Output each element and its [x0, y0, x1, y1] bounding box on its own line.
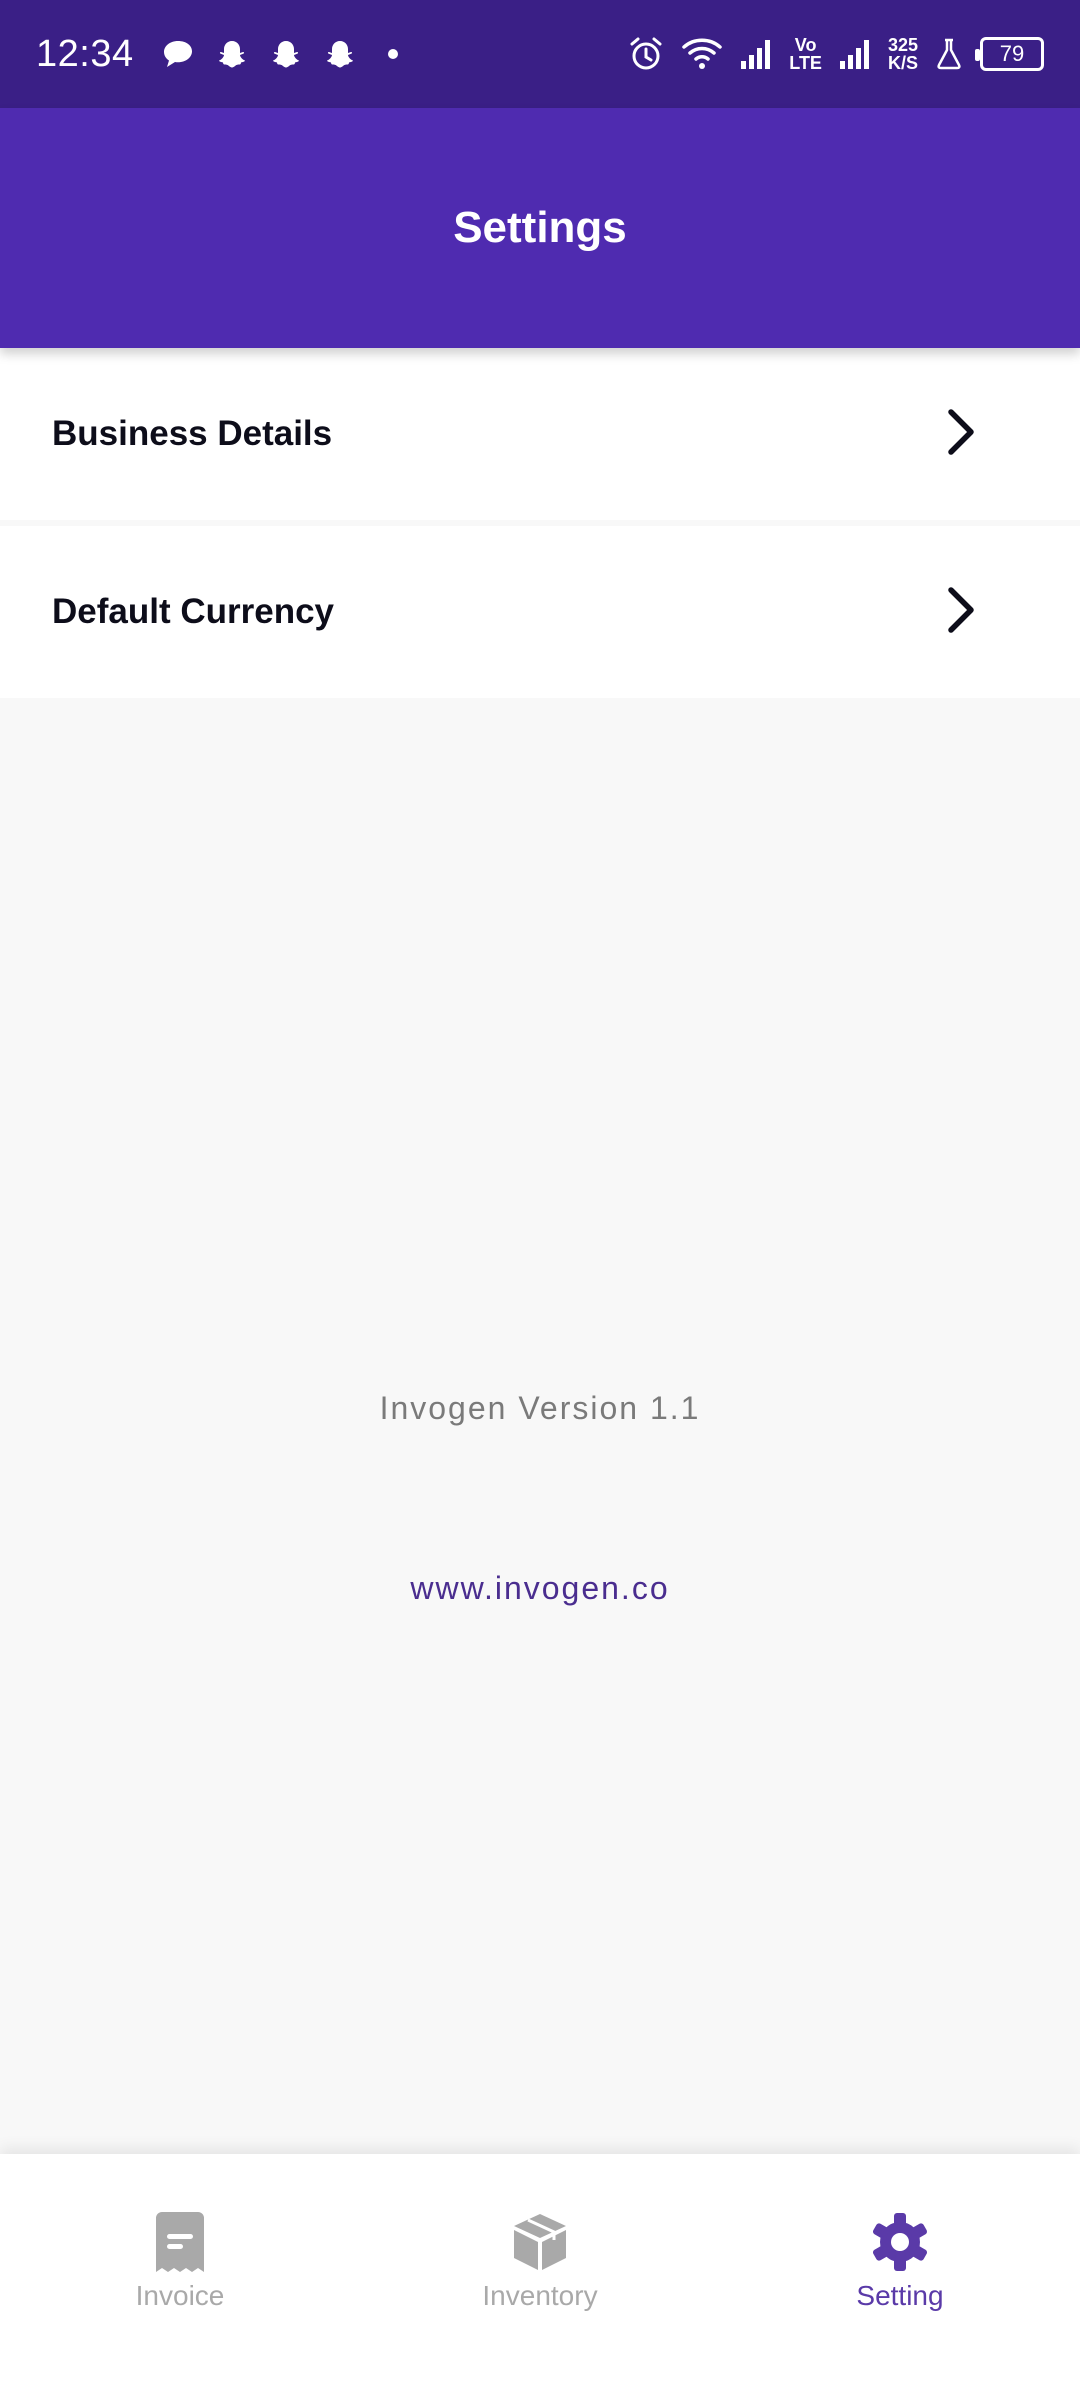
- settings-item-label: Business Details: [52, 414, 333, 453]
- box-icon: [508, 2210, 572, 2274]
- signal-icon: [838, 37, 872, 71]
- gear-icon: [868, 2210, 932, 2274]
- dot-icon: [378, 39, 408, 69]
- notification-icons: [162, 38, 408, 70]
- snapchat-icon: [216, 38, 248, 70]
- nav-item-invoice[interactable]: Invoice: [0, 2154, 360, 2399]
- snapchat-icon: [324, 38, 356, 70]
- settings-list: Business Details Default Currency: [0, 348, 1080, 698]
- chevron-right-icon: [946, 586, 976, 639]
- status-bar: 12:34 Vo LTE 325 K/S 79: [0, 0, 1080, 108]
- page-title: Settings: [453, 203, 627, 252]
- settings-item-label: Default Currency: [52, 592, 335, 631]
- nav-item-setting[interactable]: Setting: [720, 2154, 1080, 2399]
- signal-icon: [739, 37, 773, 71]
- nav-label: Invoice: [135, 2280, 225, 2311]
- app-header: Settings: [0, 108, 1080, 348]
- business-details-item[interactable]: Business Details: [0, 348, 1080, 520]
- bottom-navigation: Invoice Inventory Setting: [0, 2154, 1080, 2399]
- chat-bubble-icon: [162, 39, 194, 69]
- battery-indicator: 79: [975, 37, 1044, 71]
- invoice-icon: [148, 2210, 212, 2274]
- nav-item-inventory[interactable]: Inventory: [360, 2154, 720, 2399]
- volte-indicator: Vo LTE: [789, 35, 822, 73]
- nav-label: Inventory: [482, 2280, 598, 2311]
- wifi-icon: [681, 35, 723, 73]
- flask-icon: [934, 37, 964, 71]
- network-speed: 325 K/S: [887, 35, 918, 73]
- nav-label: Setting: [856, 2280, 944, 2311]
- app-version-text: Invogen Version 1.1: [379, 1390, 701, 1426]
- alarm-icon: [627, 35, 665, 73]
- settings-screen: 12:34 Vo LTE 325 K/S 79 Settings Busines…: [0, 0, 1080, 2399]
- chevron-right-icon: [946, 408, 976, 461]
- snapchat-icon: [270, 38, 302, 70]
- status-right-icons: Vo LTE 325 K/S 79: [627, 35, 1044, 73]
- website-link[interactable]: www.invogen.co: [0, 1570, 1080, 1607]
- status-time: 12:34: [36, 32, 134, 75]
- default-currency-item[interactable]: Default Currency: [0, 526, 1080, 698]
